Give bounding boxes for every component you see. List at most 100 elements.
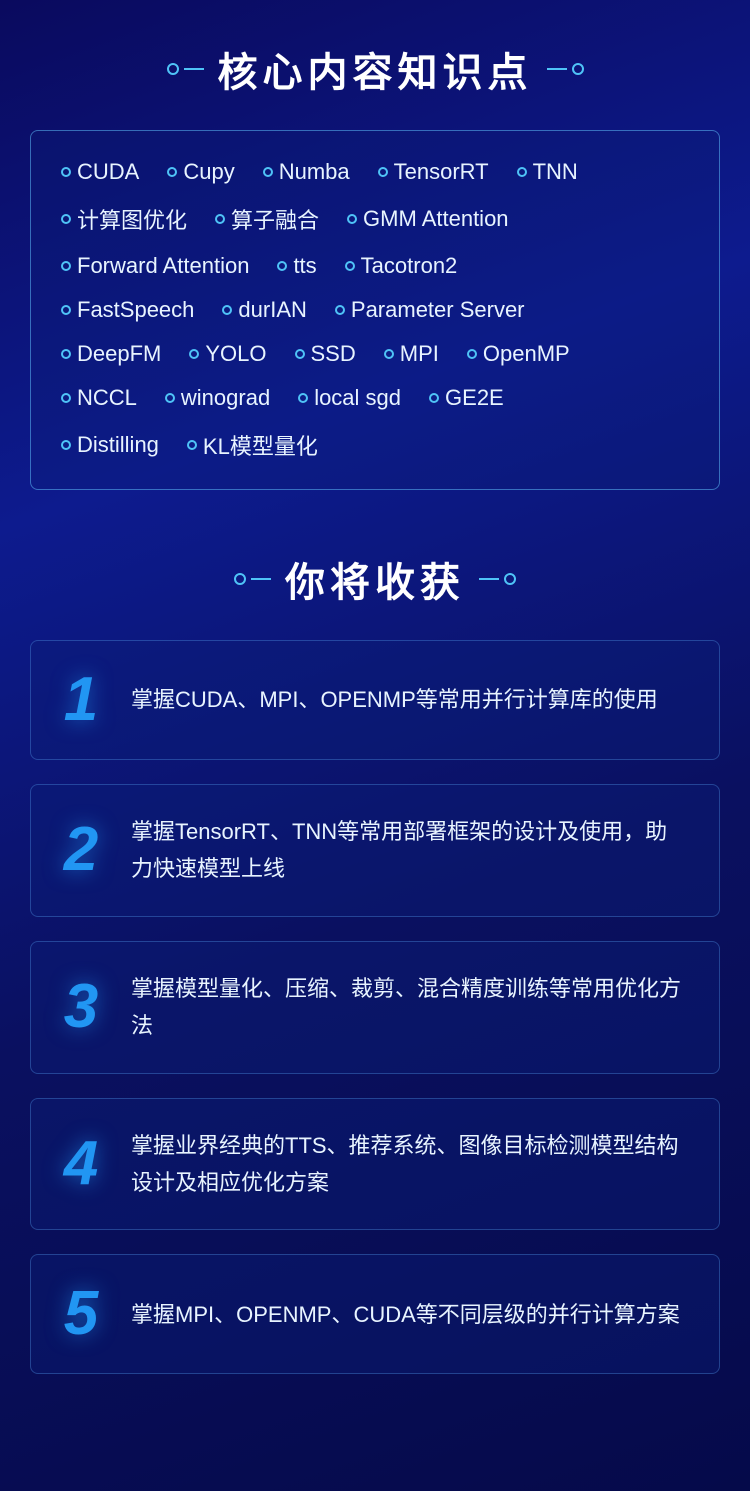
ornament-circle-right-2 [504,573,516,585]
keywords-row-3: Forward Attention tts Tacotron2 [61,253,689,279]
keyword-text: Cupy [183,159,234,185]
section2-title: 你将收获 [285,550,465,608]
keyword-dot [61,167,71,177]
keyword-text: Forward Attention [77,253,249,279]
benefit-text-3: 掌握模型量化、压缩、裁剪、混合精度训练等常用优化方法 [131,970,689,1045]
keyword-text: CUDA [77,159,139,185]
section2: 你将收获 1 掌握CUDA、MPI、OPENMP等常用并行计算库的使用 2 掌握… [30,550,720,1374]
left-ornament-2 [234,573,271,585]
benefit-number-5: 5 [31,1283,131,1345]
keyword-dot [384,349,394,359]
keyword-text: GE2E [445,385,504,411]
keyword-text: 计算图优化 [77,203,187,235]
keywords-row-6: NCCL winograd local sgd GE2E [61,385,689,411]
keyword-item: KL模型量化 [187,429,318,461]
keyword-dot [429,393,439,403]
keyword-item: local sgd [298,385,401,411]
keywords-box: CUDA Cupy Numba TensorRT TNN [30,130,720,490]
keyword-item: SSD [295,341,356,367]
keyword-item: MPI [384,341,439,367]
keyword-text: winograd [181,385,270,411]
keyword-item: TensorRT [378,159,489,185]
section1-title-row: 核心内容知识点 [30,40,720,98]
keyword-dot [61,349,71,359]
keyword-item: DeepFM [61,341,161,367]
keyword-item: NCCL [61,385,137,411]
keyword-dot [467,349,477,359]
keyword-item: tts [277,253,316,279]
ornament-circle-left [167,63,179,75]
keyword-dot [378,167,388,177]
benefit-text-1: 掌握CUDA、MPI、OPENMP等常用并行计算库的使用 [131,681,658,718]
keyword-item: Cupy [167,159,234,185]
keyword-text: TensorRT [394,159,489,185]
keyword-dot [187,440,197,450]
keyword-text: tts [293,253,316,279]
right-ornament [547,63,584,75]
keyword-text: MPI [400,341,439,367]
keyword-dot [61,305,71,315]
keywords-row-4: FastSpeech durIAN Parameter Server [61,297,689,323]
keyword-dot [335,305,345,315]
section2-title-row: 你将收获 [30,550,720,608]
keyword-dot [61,261,71,271]
keyword-text: YOLO [205,341,266,367]
benefit-card-3: 3 掌握模型量化、压缩、裁剪、混合精度训练等常用优化方法 [30,941,720,1074]
keyword-text: FastSpeech [77,297,194,323]
ornament-circle-right [572,63,584,75]
keyword-dot [277,261,287,271]
keyword-dot [298,393,308,403]
keywords-row-7: Distilling KL模型量化 [61,429,689,461]
keyword-item: FastSpeech [61,297,194,323]
keyword-dot [222,305,232,315]
benefit-number-2: 2 [31,819,131,881]
keyword-dot [61,214,71,224]
keyword-item: durIAN [222,297,306,323]
keyword-text: GMM Attention [363,206,509,232]
keyword-item: GMM Attention [347,206,509,232]
keywords-row-2: 计算图优化 算子融合 GMM Attention [61,203,689,235]
ornament-circle-left-2 [234,573,246,585]
keyword-item: Forward Attention [61,253,249,279]
ornament-line-right [547,68,567,70]
keyword-item: 算子融合 [215,203,319,235]
keyword-item: YOLO [189,341,266,367]
right-ornament-2 [479,573,516,585]
keyword-item: Numba [263,159,350,185]
keyword-item: Tacotron2 [345,253,458,279]
keyword-text: Distilling [77,432,159,458]
keyword-text: 算子融合 [231,203,319,235]
keyword-dot [517,167,527,177]
ornament-line-left-2 [251,578,271,580]
keywords-row-5: DeepFM YOLO SSD MPI OpenMP [61,341,689,367]
benefit-text-2: 掌握TensorRT、TNN等常用部署框架的设计及使用，助力快速模型上线 [131,813,689,888]
keyword-dot [165,393,175,403]
keyword-dot [263,167,273,177]
keyword-text: Tacotron2 [361,253,458,279]
benefit-number-4: 4 [31,1133,131,1195]
keyword-text: TNN [533,159,578,185]
keyword-text: DeepFM [77,341,161,367]
benefit-card-5: 5 掌握MPI、OPENMP、CUDA等不同层级的并行计算方案 [30,1254,720,1374]
benefit-card-2: 2 掌握TensorRT、TNN等常用部署框架的设计及使用，助力快速模型上线 [30,784,720,917]
benefit-card-4: 4 掌握业界经典的TTS、推荐系统、图像目标检测模型结构设计及相应优化方案 [30,1098,720,1231]
left-ornament [167,63,204,75]
keyword-item: Parameter Server [335,297,525,323]
keyword-text: NCCL [77,385,137,411]
keyword-item: CUDA [61,159,139,185]
keyword-dot [189,349,199,359]
ornament-line-right-2 [479,578,499,580]
keyword-dot [345,261,355,271]
keyword-item: winograd [165,385,270,411]
keyword-text: KL模型量化 [203,429,318,461]
section1-title: 核心内容知识点 [218,40,533,98]
keyword-text: SSD [311,341,356,367]
benefit-text-5: 掌握MPI、OPENMP、CUDA等不同层级的并行计算方案 [131,1296,680,1333]
keywords-row-1: CUDA Cupy Numba TensorRT TNN [61,159,689,185]
keyword-item: 计算图优化 [61,203,187,235]
keyword-item: OpenMP [467,341,570,367]
keyword-dot [61,393,71,403]
keyword-item: Distilling [61,432,159,458]
keyword-text: OpenMP [483,341,570,367]
keyword-text: Numba [279,159,350,185]
